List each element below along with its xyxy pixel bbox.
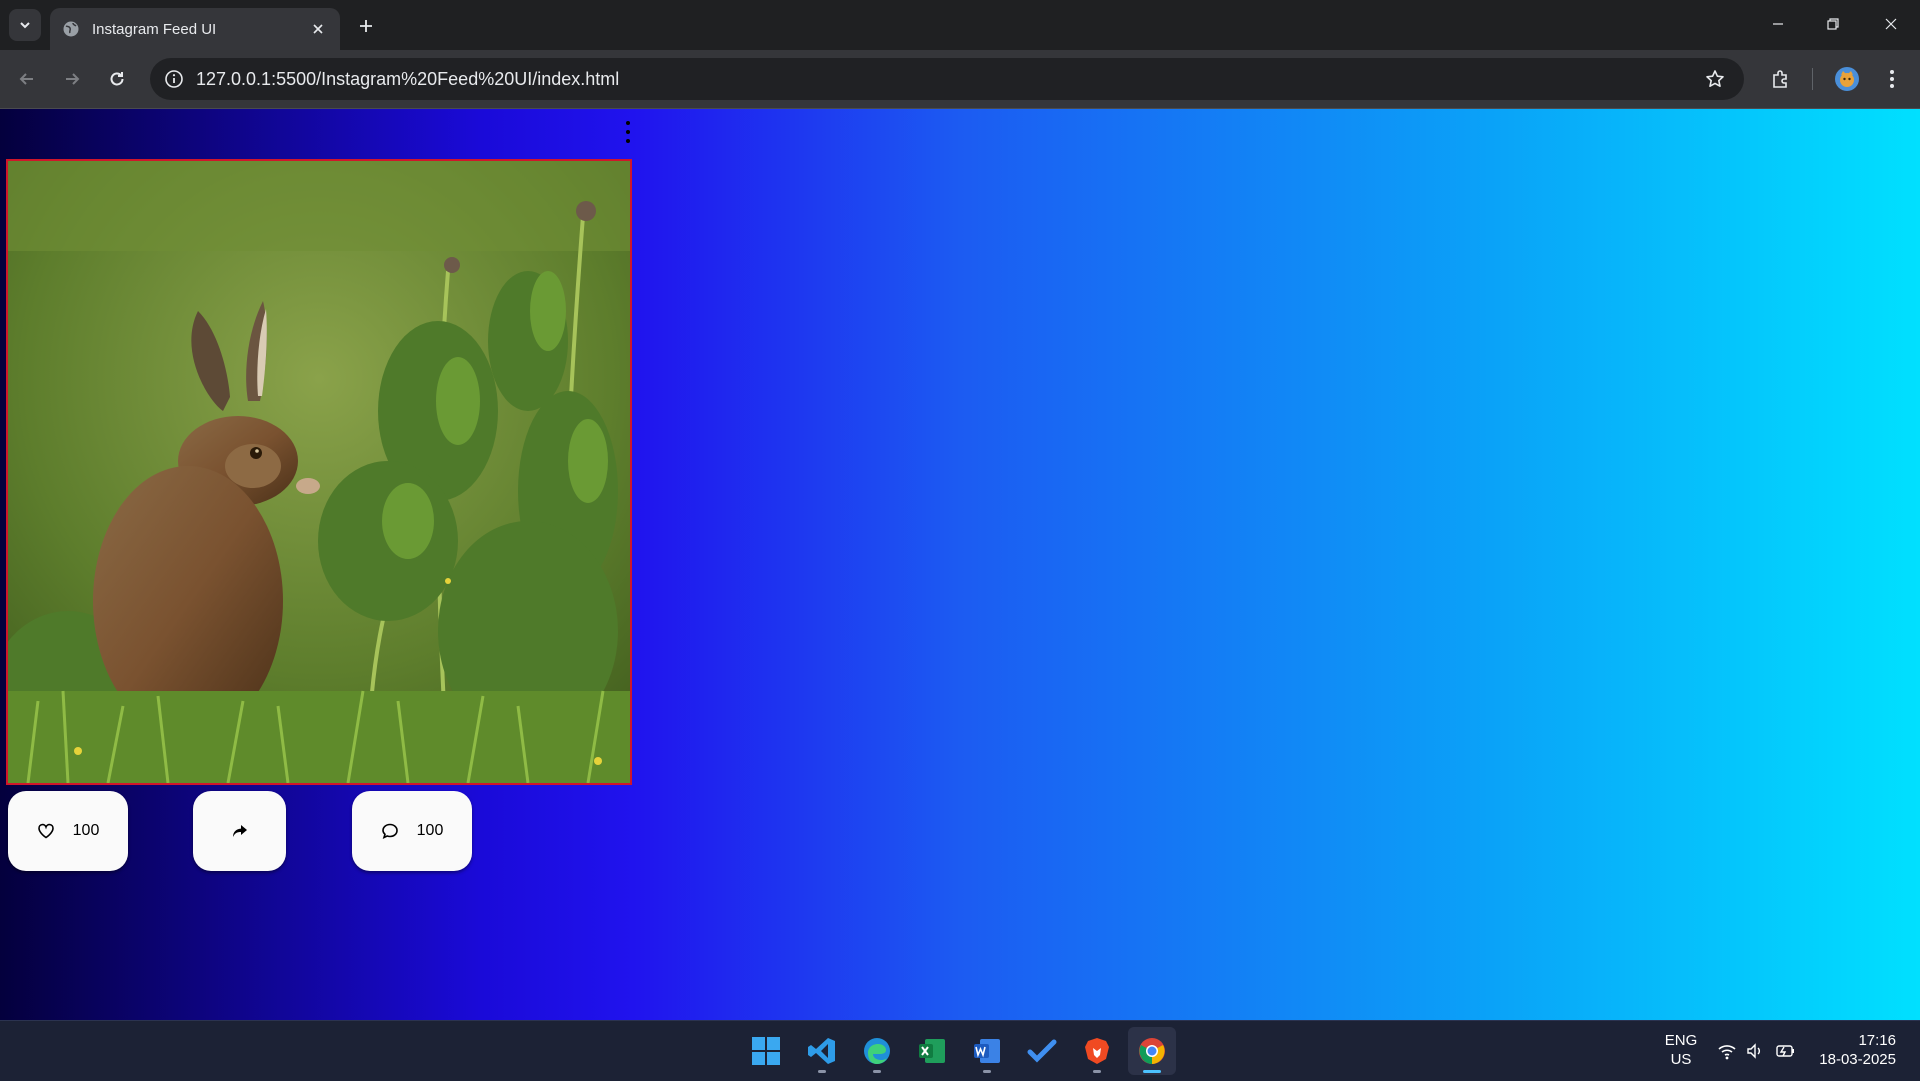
like-count: 100 (72, 822, 100, 839)
browser-tab-strip: Instagram Feed UI (0, 0, 1920, 50)
comment-bubble-icon (381, 823, 398, 839)
back-button[interactable] (10, 62, 44, 96)
post-image (6, 159, 632, 785)
puzzle-icon (1773, 70, 1787, 88)
restore-button[interactable] (1810, 8, 1856, 40)
browser-menu-button[interactable] (1875, 62, 1909, 96)
chevron-down-icon (20, 22, 30, 29)
heart-icon (37, 823, 54, 839)
close-icon (1885, 18, 1897, 30)
volume-icon[interactable] (1745, 1041, 1765, 1061)
minimize-icon (1773, 23, 1783, 25)
running-indicator (818, 1070, 826, 1073)
language-indicator[interactable]: ENG US (1660, 1031, 1702, 1069)
comment-button[interactable]: 100 (352, 791, 472, 871)
share-arrow-icon (232, 825, 247, 837)
region-code: US (1670, 1051, 1692, 1068)
language-code: ENG (1664, 1032, 1698, 1049)
running-indicator (983, 1070, 991, 1073)
page-viewport: 100 100 (0, 109, 1920, 1020)
forward-button[interactable] (55, 62, 89, 96)
running-indicator (873, 1070, 881, 1073)
plus-icon (360, 20, 372, 32)
comment-count: 100 (416, 822, 444, 839)
avatar-icon (1835, 67, 1859, 91)
like-button[interactable]: 100 (8, 791, 128, 871)
toolbar-divider (1812, 68, 1813, 90)
url-text: 127.0.0.1:5500/Instagram%20Feed%20UI/ind… (196, 69, 620, 89)
edge-icon[interactable] (853, 1027, 901, 1075)
vscode-icon[interactable] (798, 1027, 846, 1075)
start-icon[interactable] (742, 1027, 790, 1075)
post-options-icon[interactable] (620, 121, 636, 143)
chrome-icon[interactable] (1128, 1027, 1176, 1075)
excel-icon[interactable] (908, 1027, 956, 1075)
todo-icon[interactable] (1018, 1027, 1066, 1075)
clock-date: 18-03-2025 (1819, 1051, 1896, 1068)
running-indicator (1093, 1070, 1101, 1073)
clock-time: 17:16 (1858, 1032, 1896, 1049)
reload-button[interactable] (100, 62, 134, 96)
windows-taskbar: ENG US 17:16 18-03-2025 (0, 1020, 1920, 1081)
new-tab-button[interactable] (353, 13, 379, 39)
address-bar[interactable]: 127.0.0.1:5500/Instagram%20Feed%20UI/ind… (150, 58, 1744, 100)
word-icon[interactable] (963, 1027, 1011, 1075)
globe-icon (62, 20, 80, 38)
clock[interactable]: 17:16 18-03-2025 (1812, 1031, 1896, 1069)
hare-photo (8, 161, 630, 783)
arrow-right-icon (66, 73, 80, 85)
share-button[interactable] (193, 791, 286, 871)
tab-search-button[interactable] (9, 9, 41, 41)
close-window-button[interactable] (1868, 8, 1914, 40)
battery-icon[interactable] (1775, 1041, 1797, 1061)
profile-avatar[interactable] (1830, 62, 1864, 96)
bookmark-star-icon[interactable] (1702, 66, 1728, 92)
browser-toolbar: 127.0.0.1:5500/Instagram%20Feed%20UI/ind… (0, 50, 1920, 109)
brave-icon[interactable] (1073, 1027, 1121, 1075)
browser-tab[interactable]: Instagram Feed UI (50, 8, 340, 50)
extensions-button[interactable] (1764, 62, 1798, 96)
arrow-left-icon (19, 73, 33, 85)
minimize-button[interactable] (1755, 8, 1801, 40)
tab-close-icon[interactable] (308, 19, 328, 39)
reload-icon (110, 72, 124, 86)
running-indicator (1143, 1070, 1161, 1073)
restore-icon (1827, 18, 1839, 30)
tab-title: Instagram Feed UI (92, 20, 217, 38)
wifi-icon[interactable] (1717, 1041, 1737, 1061)
kebab-menu-icon (1890, 70, 1894, 88)
site-info-icon[interactable] (160, 65, 188, 93)
